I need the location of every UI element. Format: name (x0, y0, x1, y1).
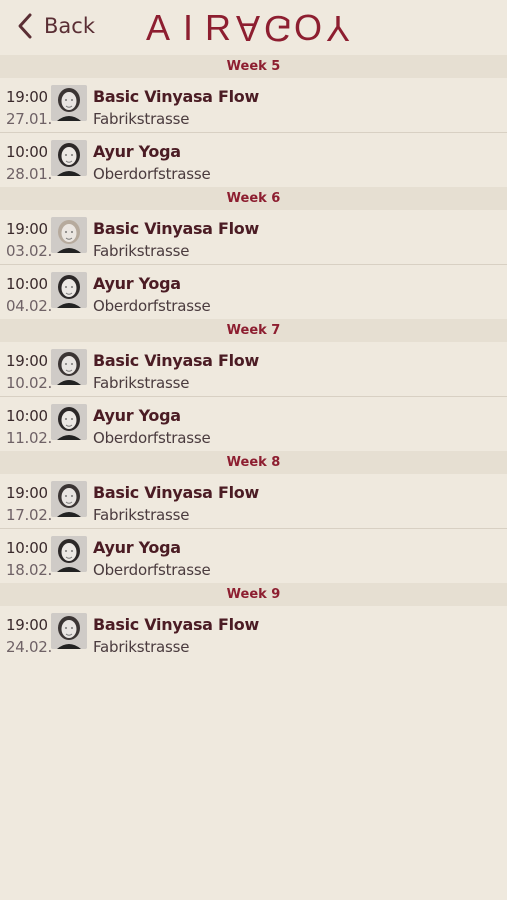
class-location: Fabrikstrasse (93, 638, 190, 656)
class-location: Oberdorfstrasse (93, 297, 211, 315)
instructor-dark-hair-icon (51, 613, 87, 649)
class-row[interactable]: 10:00 04.02. Ayur Yoga Oberdorfstrasse (0, 265, 507, 319)
class-row[interactable]: 10:00 18.02. Ayur Yoga Oberdorfstrasse (0, 529, 507, 583)
instructor-dark-hair-icon (51, 349, 87, 385)
class-date: 24.02. (6, 638, 52, 656)
class-schedule-list: Week 5 19:00 27.01. Basic Vinyasa Flow Fabri… (0, 55, 507, 660)
class-time: 10:00 (6, 539, 48, 557)
class-time: 10:00 (6, 143, 48, 161)
class-row[interactable]: 10:00 28.01. Ayur Yoga Oberdorfstrasse (0, 133, 507, 187)
class-row[interactable]: 19:00 17.02. Basic Vinyasa Flow Fabrikstras… (0, 474, 507, 529)
class-location: Oberdorfstrasse (93, 561, 211, 579)
class-row[interactable]: 19:00 27.01. Basic Vinyasa Flow Fabrikstras… (0, 78, 507, 133)
class-row[interactable]: 10:00 11.02. Ayur Yoga Oberdorfstrasse (0, 397, 507, 451)
back-button[interactable]: Back (16, 12, 95, 40)
instructor-curly-hair-icon (51, 272, 87, 308)
class-date: 10.02. (6, 374, 52, 392)
class-title: Ayur Yoga (93, 274, 181, 293)
class-date: 28.01. (6, 165, 52, 183)
class-date: 17.02. (6, 506, 52, 524)
airyoga-logo: A I R A G O Y (145, 7, 350, 50)
instructor-dark-hair-icon (51, 85, 87, 121)
class-date: 27.01. (6, 110, 52, 128)
week-header: Week 8 (0, 451, 507, 474)
nav-header: Back A I R A G O Y (0, 0, 507, 55)
instructor-dark-hair-icon (51, 481, 87, 517)
class-location: Oberdorfstrasse (93, 429, 211, 447)
class-row[interactable]: 19:00 24.02. Basic Vinyasa Flow Fabrikstras… (0, 606, 507, 660)
class-time: 19:00 (6, 484, 48, 502)
back-label: Back (44, 14, 95, 38)
instructor-blonde-hair-icon (51, 217, 87, 253)
class-location: Fabrikstrasse (93, 506, 190, 524)
class-row[interactable]: 19:00 10.02. Basic Vinyasa Flow Fabrikstras… (0, 342, 507, 397)
class-row[interactable]: 19:00 03.02. Basic Vinyasa Flow Fabrikstras… (0, 210, 507, 265)
instructor-curly-hair-icon (51, 404, 87, 440)
class-date: 03.02. (6, 242, 52, 260)
class-time: 19:00 (6, 352, 48, 370)
week-header: Week 5 (0, 55, 507, 78)
class-time: 10:00 (6, 407, 48, 425)
class-location: Oberdorfstrasse (93, 165, 211, 183)
class-time: 19:00 (6, 220, 48, 238)
class-title: Ayur Yoga (93, 538, 181, 557)
instructor-curly-hair-icon (51, 536, 87, 572)
class-title: Ayur Yoga (93, 406, 181, 425)
class-time: 19:00 (6, 88, 48, 106)
class-date: 04.02. (6, 297, 52, 315)
week-header: Week 9 (0, 583, 507, 606)
class-location: Fabrikstrasse (93, 374, 190, 392)
instructor-curly-hair-icon (51, 140, 87, 176)
class-title: Basic Vinyasa Flow (93, 219, 259, 238)
class-title: Basic Vinyasa Flow (93, 351, 259, 370)
class-date: 18.02. (6, 561, 52, 579)
class-title: Ayur Yoga (93, 142, 181, 161)
class-title: Basic Vinyasa Flow (93, 615, 259, 634)
class-title: Basic Vinyasa Flow (93, 483, 259, 502)
class-time: 19:00 (6, 616, 48, 634)
week-header: Week 7 (0, 319, 507, 342)
class-title: Basic Vinyasa Flow (93, 87, 259, 106)
chevron-left-icon (18, 13, 32, 39)
class-date: 11.02. (6, 429, 52, 447)
class-location: Fabrikstrasse (93, 110, 190, 128)
class-location: Fabrikstrasse (93, 242, 190, 260)
class-time: 10:00 (6, 275, 48, 293)
week-header: Week 6 (0, 187, 507, 210)
